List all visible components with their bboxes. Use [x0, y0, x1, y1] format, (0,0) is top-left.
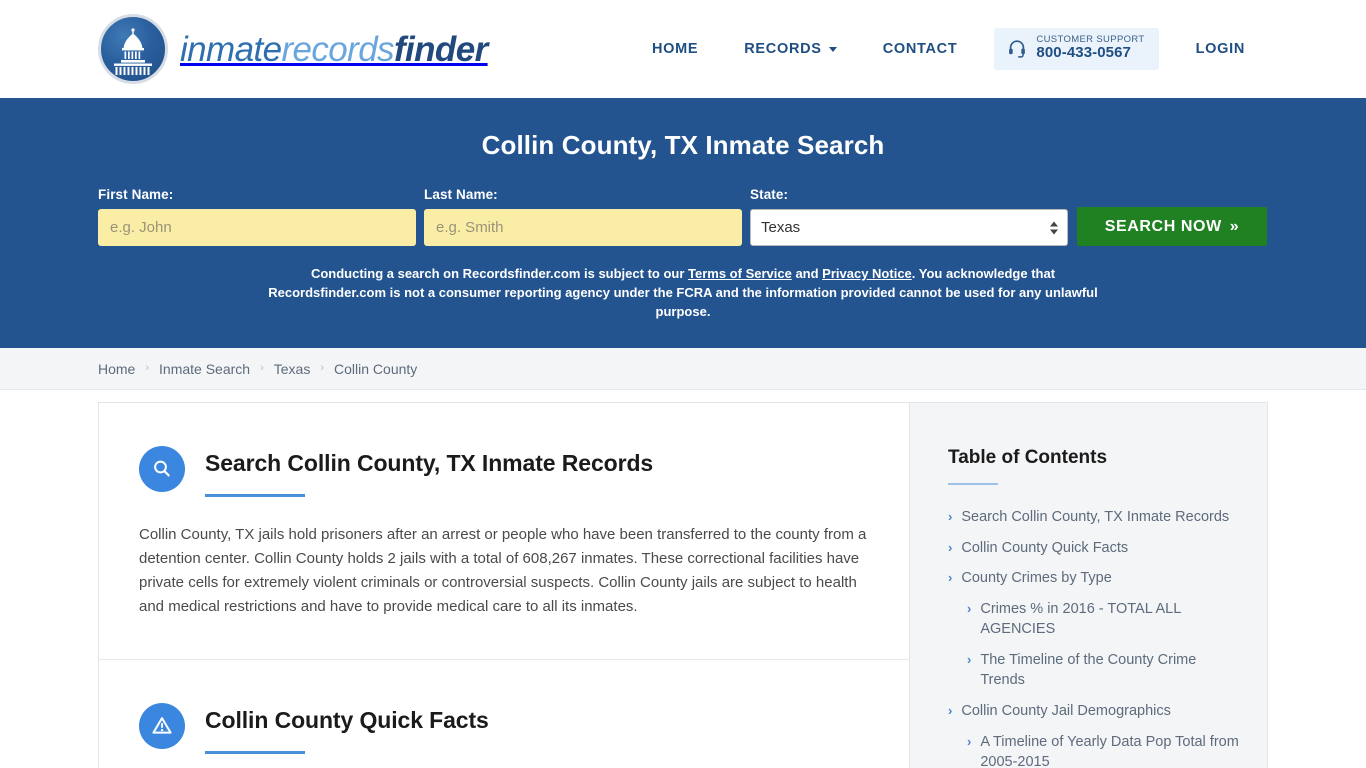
nav-records[interactable]: RECORDS — [721, 41, 859, 57]
last-name-input[interactable] — [424, 209, 742, 246]
breadcrumb-item-collin-county: Collin County — [334, 360, 418, 377]
state-label: State: — [750, 187, 789, 202]
title-underline — [205, 751, 305, 754]
nav-home[interactable]: HOME — [629, 41, 721, 57]
toc-item-crimes-percent-2016[interactable]: › Crimes % in 2016 - TOTAL ALL AGENCIES — [948, 599, 1239, 640]
last-name-field-group: Last Name: — [424, 187, 742, 246]
toc-item-crime-trends-timeline[interactable]: › The Timeline of the County Crime Trend… — [948, 650, 1239, 691]
section-search-records: Search Collin County, TX Inmate Records … — [99, 403, 909, 659]
section-title-search-records: Search Collin County, TX Inmate Records — [205, 450, 654, 476]
toc-link-search-records[interactable]: Search Collin County, TX Inmate Records — [961, 507, 1229, 528]
breadcrumb: Home › Inmate Search › Texas › Collin Co… — [98, 361, 417, 377]
toc-link-quick-facts[interactable]: Collin County Quick Facts — [961, 538, 1128, 559]
chevron-right-icon: › — [948, 539, 953, 555]
headset-icon — [1009, 40, 1026, 59]
chevron-right-icon: › — [948, 509, 953, 524]
nav-contact[interactable]: CONTACT — [860, 41, 981, 57]
toc-list: › Search Collin County, TX Inmate Record… — [948, 507, 1239, 768]
chevron-right-icon: › — [320, 361, 325, 374]
terms-of-service-link[interactable]: Terms of Service — [688, 266, 792, 281]
first-name-label: First Name: — [98, 187, 174, 202]
search-now-label: SEARCH NOW — [1104, 217, 1222, 235]
table-of-contents-sidebar: Table of Contents › Search Collin County… — [910, 402, 1268, 768]
page-title: Collin County, TX Inmate Search — [481, 130, 885, 160]
capitol-dome-seal-icon — [98, 14, 168, 84]
customer-support-badge[interactable]: CUSTOMER SUPPORT 800-433-0567 — [994, 27, 1159, 71]
toc-link-county-crimes-by-type[interactable]: County Crimes by Type — [961, 568, 1111, 589]
state-select-wrapper: Texas — [750, 209, 1068, 246]
nav-login[interactable]: LOGIN — [1173, 41, 1268, 57]
logo-word-inmate: inmate — [180, 29, 282, 69]
section-title-quick-facts: Collin County Quick Facts — [205, 707, 489, 733]
chevron-right-icon: › — [967, 733, 972, 749]
toc-link-yearly-data-pop-total[interactable]: A Timeline of Yearly Data Pop Total from… — [980, 732, 1239, 768]
search-disclaimer: Conducting a search on Recordsfinder.com… — [261, 264, 1106, 322]
logo-word-records: records — [281, 29, 394, 69]
support-text-block: CUSTOMER SUPPORT 800-433-0567 — [1036, 34, 1144, 62]
magnifier-glyph — [154, 460, 170, 477]
magnifier-icon — [139, 446, 185, 492]
breadcrumb-item-inmate-search[interactable]: Inmate Search — [159, 361, 250, 377]
support-phone-number: 800-433-0567 — [1036, 44, 1132, 62]
toc-title: Table of Contents — [948, 447, 1108, 468]
warning-triangle-icon — [139, 703, 185, 749]
section-title-wrap: Collin County Quick Facts — [205, 702, 489, 754]
double-chevron-right-icon: » — [1229, 217, 1240, 235]
inmate-search-band: Collin County, TX Inmate Search First Na… — [0, 98, 1366, 348]
breadcrumb-item-texas[interactable]: Texas — [274, 361, 311, 377]
state-field-group: State: Texas — [750, 187, 1068, 246]
page-body: Search Collin County, TX Inmate Records … — [0, 390, 1366, 768]
toc-title-underline — [948, 483, 998, 485]
search-now-button[interactable]: SEARCH NOW » — [1077, 207, 1267, 246]
site-logo[interactable]: inmaterecordsfinder — [98, 14, 488, 84]
first-name-input[interactable] — [98, 209, 416, 246]
chevron-right-icon: › — [967, 651, 972, 667]
toc-item-yearly-data-pop-total[interactable]: › A Timeline of Yearly Data Pop Total fr… — [948, 732, 1239, 768]
nav-contact-label: CONTACT — [882, 40, 958, 57]
toc-link-crimes-percent-2016[interactable]: Crimes % in 2016 - TOTAL ALL AGENCIES — [980, 599, 1239, 640]
state-select[interactable]: Texas — [750, 209, 1068, 246]
inmate-search-form: First Name: Last Name: State: Texas SEAR… — [98, 187, 1268, 246]
breadcrumb-item-home[interactable]: Home — [98, 361, 135, 377]
chevron-right-icon: › — [948, 703, 953, 719]
privacy-notice-link[interactable]: Privacy Notice — [822, 266, 912, 281]
toc-item-search-records[interactable]: › Search Collin County, TX Inmate Record… — [948, 507, 1239, 528]
site-header: inmaterecordsfinder HOME RECORDS CONTACT… — [0, 0, 1366, 98]
chevron-right-icon: › — [967, 600, 972, 616]
chevron-right-icon: › — [948, 570, 953, 586]
chevron-right-icon: › — [145, 361, 150, 374]
toc-item-jail-demographics[interactable]: › Collin County Jail Demographics — [948, 701, 1239, 722]
toc-item-county-crimes-by-type[interactable]: › County Crimes by Type — [948, 568, 1239, 589]
logo-wordmark: inmaterecordsfinder — [180, 32, 488, 67]
disclaimer-text-2: and — [791, 266, 823, 281]
section-header: Collin County Quick Facts — [139, 702, 869, 754]
section-body-search-records: Collin County, TX jails hold prisoners a… — [139, 526, 867, 615]
main-navigation: HOME RECORDS CONTACT CUSTOMER SUPPORT 80… — [629, 27, 1268, 71]
section-title-wrap: Search Collin County, TX Inmate Records — [205, 445, 653, 497]
warning-triangle-glyph — [152, 717, 172, 734]
nav-home-label: HOME — [651, 40, 699, 57]
section-header: Search Collin County, TX Inmate Records — [139, 445, 869, 497]
chevron-down-icon — [828, 47, 837, 53]
nav-records-label: RECORDS — [744, 40, 822, 57]
toc-link-crime-trends-timeline[interactable]: The Timeline of the County Crime Trends — [980, 650, 1239, 691]
first-name-field-group: First Name: — [98, 187, 416, 246]
title-underline — [205, 494, 305, 497]
capitol-building-glyph — [114, 28, 152, 75]
disclaimer-text-1: Conducting a search on Recordsfinder.com… — [310, 266, 689, 281]
logo-word-finder: finder — [393, 29, 488, 69]
toc-link-jail-demographics[interactable]: Collin County Jail Demographics — [961, 701, 1171, 722]
main-content-card: Search Collin County, TX Inmate Records … — [98, 402, 910, 768]
breadcrumb-bar: Home › Inmate Search › Texas › Collin Co… — [0, 348, 1366, 390]
chevron-right-icon: › — [260, 361, 264, 374]
section-quick-facts: Collin County Quick Facts — [99, 659, 909, 768]
last-name-label: Last Name: — [424, 187, 498, 202]
nav-login-label: LOGIN — [1195, 40, 1245, 57]
toc-item-quick-facts[interactable]: › Collin County Quick Facts — [948, 538, 1239, 559]
